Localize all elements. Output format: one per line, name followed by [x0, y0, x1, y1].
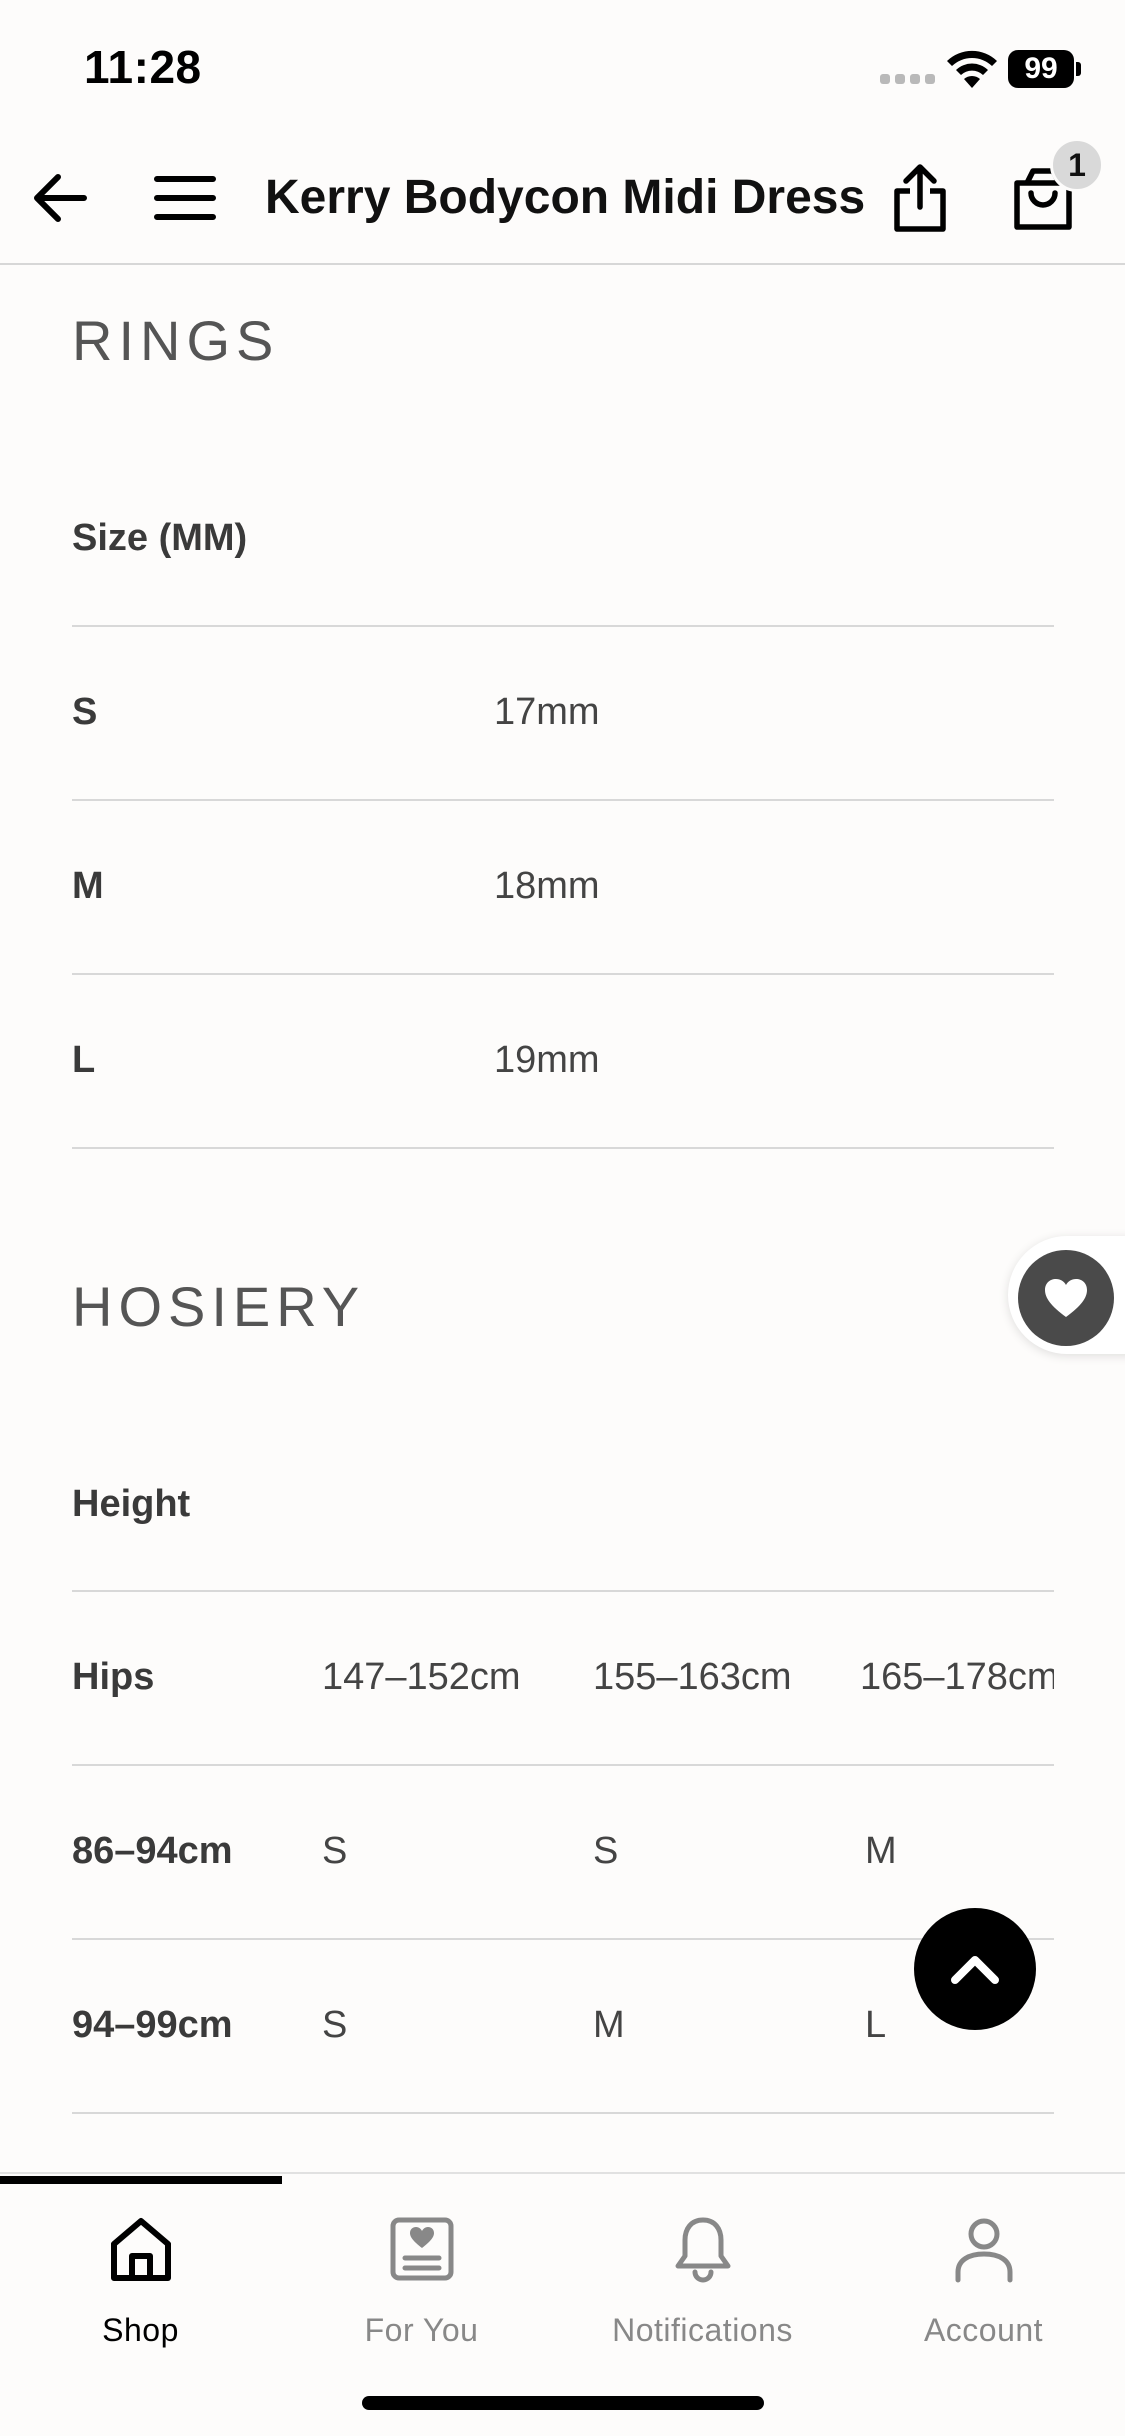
- divider: [72, 1590, 1054, 1592]
- divider: [72, 1147, 1054, 1149]
- tab-for-you[interactable]: For You: [281, 2200, 562, 2350]
- rings-column-header: Size (MM): [72, 517, 248, 559]
- hosiery-hips-value: 86–94cm: [72, 1830, 233, 1872]
- wishlist-button[interactable]: [1008, 1236, 1125, 1354]
- hosiery-size-cell: S: [593, 1830, 619, 1872]
- tab-notifications[interactable]: Notifications: [562, 2200, 843, 2350]
- hosiery-size-cell: S: [322, 1830, 348, 1872]
- hosiery-hips-value: 94–99cm: [72, 2004, 233, 2046]
- tab-label: Account: [923, 2312, 1044, 2348]
- hosiery-size-cell: S: [322, 2004, 348, 2046]
- hosiery-size-cell: M: [593, 2004, 625, 2046]
- rings-size-value: 19mm: [494, 1039, 600, 1081]
- tab-label: Notifications: [612, 2312, 793, 2348]
- height-column-value: 165–178cm: [860, 1656, 1054, 1698]
- share-icon: [894, 163, 946, 232]
- hosiery-height-header: Height: [72, 1483, 191, 1525]
- for-you-icon: [390, 2217, 454, 2281]
- heart-icon: [1045, 1279, 1087, 1317]
- back-button[interactable]: [20, 130, 100, 265]
- arrow-left-icon: [34, 173, 87, 222]
- height-column-value: 155–163cm: [593, 1656, 792, 1698]
- height-column-value: 147–152cm: [322, 1656, 521, 1698]
- divider: [72, 1938, 1054, 1940]
- wifi-icon: [944, 48, 1000, 92]
- tab-shop[interactable]: Shop: [0, 2200, 281, 2350]
- hamburger-menu-icon: [154, 175, 216, 220]
- menu-button[interactable]: [140, 130, 230, 265]
- hosiery-hips-label: Hips: [72, 1656, 155, 1698]
- divider: [72, 799, 1054, 801]
- cart-count-badge: 1: [1050, 138, 1104, 192]
- product-size-guide-screen: 11:28 99 Kerry Bodycon Midi Dress 1 RING…: [0, 0, 1125, 2436]
- bell-icon: [675, 2217, 731, 2283]
- cellular-signal-icon: [880, 74, 936, 84]
- page-title: Kerry Bodycon Midi Dress: [265, 171, 866, 224]
- battery-icon: 99: [1008, 50, 1081, 88]
- battery-level: 99: [1024, 52, 1058, 85]
- hosiery-section-heading: HOSIERY: [72, 1275, 366, 1338]
- tab-label: Shop: [102, 2312, 179, 2348]
- active-tab-indicator: [0, 2176, 282, 2184]
- divider: [72, 625, 1054, 627]
- wishlist-circle: [1018, 1250, 1114, 1346]
- status-bar: 11:28 99: [0, 0, 1125, 130]
- status-time: 11:28: [84, 41, 202, 93]
- divider: [72, 1764, 1054, 1766]
- rings-size-value: 18mm: [494, 865, 600, 907]
- rings-size-label: L: [72, 1039, 96, 1081]
- chevron-up-icon: [951, 1956, 999, 1984]
- tab-label: For You: [364, 2312, 479, 2348]
- top-navigation-bar: Kerry Bodycon Midi Dress: [0, 130, 1125, 265]
- person-icon: [955, 2218, 1013, 2283]
- hosiery-size-cell: L: [865, 2004, 887, 2046]
- height-column-clip: 165–178cm: [860, 1656, 1054, 1716]
- rings-section-heading: RINGS: [72, 309, 280, 372]
- rings-size-label: S: [72, 691, 98, 733]
- hosiery-size-cell: M: [865, 1830, 897, 1872]
- scroll-to-top-button[interactable]: [914, 1908, 1036, 2030]
- divider: [72, 973, 1054, 975]
- rings-size-label: M: [72, 865, 104, 907]
- share-button[interactable]: [880, 130, 960, 265]
- rings-size-value: 17mm: [494, 691, 600, 733]
- home-indicator: [362, 2396, 764, 2410]
- tab-account[interactable]: Account: [843, 2200, 1124, 2350]
- divider: [72, 2112, 1054, 2114]
- home-icon: [111, 2218, 171, 2281]
